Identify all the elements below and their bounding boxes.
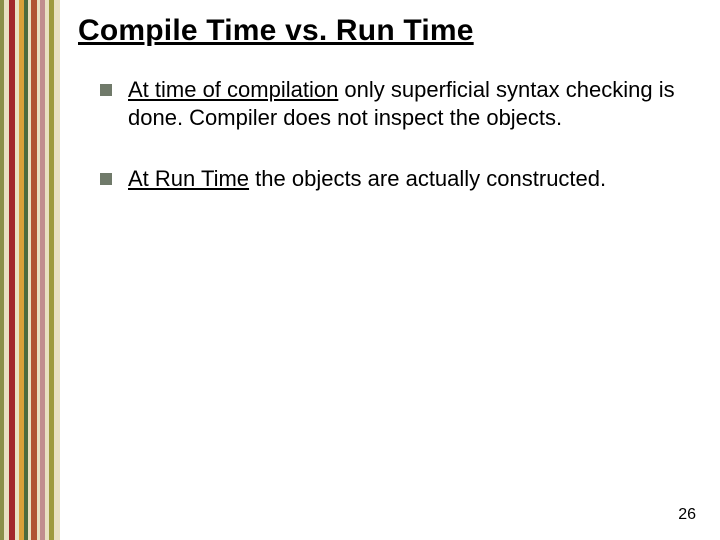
slide: Compile Time vs. Run Time At time of com… — [0, 0, 720, 540]
bullet-rest: the objects are actually constructed. — [249, 166, 606, 191]
bullet-text: At time of compilation only superficial … — [128, 76, 680, 131]
slide-body: At time of compilation only superficial … — [100, 76, 680, 227]
slide-title: Compile Time vs. Run Time — [78, 14, 474, 48]
bullet-text: At Run Time the objects are actually con… — [128, 165, 680, 193]
bullet-underlined: At Run Time — [128, 166, 249, 191]
bullet-underlined: At time of compilation — [128, 77, 338, 102]
square-bullet-icon — [100, 173, 112, 185]
decorative-stripes — [0, 0, 60, 540]
bullet-item: At time of compilation only superficial … — [100, 76, 680, 131]
square-bullet-icon — [100, 84, 112, 96]
stripe — [54, 0, 60, 540]
bullet-item: At Run Time the objects are actually con… — [100, 165, 680, 193]
page-number: 26 — [678, 506, 696, 524]
